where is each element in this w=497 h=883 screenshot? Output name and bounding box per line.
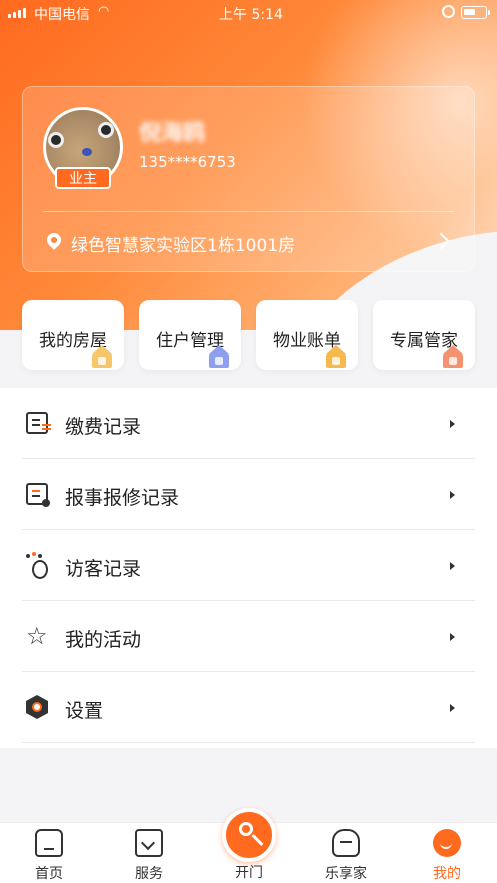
- caret-right-icon: [450, 704, 455, 712]
- caret-right-icon: [450, 420, 455, 428]
- resident-icon: [209, 345, 229, 368]
- user-name: 倪海鸥: [139, 121, 206, 146]
- quick-card-my-house[interactable]: 我的房屋: [22, 300, 124, 370]
- owner-badge: 业主: [55, 167, 111, 189]
- tab-label: 首页: [35, 866, 63, 882]
- quick-card-resident-management[interactable]: 住户管理: [139, 300, 241, 370]
- tab-service[interactable]: 服务: [114, 823, 184, 883]
- activity-star-icon: ☆: [26, 622, 48, 650]
- user-phone: 135****6753: [139, 153, 236, 171]
- bill-icon: [326, 345, 346, 368]
- tab-label: 乐享家: [325, 866, 367, 882]
- status-bar: 中国电信 ◠ 上午 5:14: [0, 0, 497, 26]
- caret-right-icon: [450, 491, 455, 499]
- menu-item-label: 访客记录: [65, 558, 142, 580]
- menu-item-label: 设置: [65, 700, 104, 722]
- tab-share-home[interactable]: 乐享家: [311, 823, 381, 883]
- open-door-label: 开门: [235, 865, 263, 881]
- signal-icon: [8, 8, 26, 18]
- tab-label: 服务: [135, 866, 163, 882]
- battery-icon: [461, 6, 490, 19]
- tab-mine[interactable]: 我的: [412, 823, 482, 883]
- tab-home[interactable]: 首页: [14, 823, 84, 883]
- caret-right-icon: [450, 562, 455, 570]
- butler-icon: [443, 345, 463, 368]
- menu-item-my-activities[interactable]: ☆ 我的活动: [22, 601, 475, 672]
- chevron-right-icon[interactable]: [432, 232, 450, 250]
- menu-item-payment-records[interactable]: 缴费记录: [22, 388, 475, 459]
- caret-right-icon: [450, 633, 455, 641]
- home-icon: [35, 829, 63, 857]
- status-time: 上午 5:14: [219, 7, 283, 23]
- service-icon: [135, 829, 163, 857]
- profile-card[interactable]: 业主 倪海鸥 135****6753 绿色智慧家实验区1栋1001房: [22, 86, 475, 272]
- visitor-icon: [26, 554, 48, 579]
- card-divider: [43, 211, 454, 212]
- repair-record-icon: [26, 483, 50, 507]
- wifi-icon: ◠: [98, 4, 110, 19]
- quick-card-property-bill[interactable]: 物业账单: [256, 300, 358, 370]
- menu-item-settings[interactable]: 设置: [22, 672, 475, 743]
- location-pin-icon: [44, 230, 64, 250]
- menu-item-label: 我的活动: [65, 629, 142, 651]
- house-address[interactable]: 绿色智慧家实验区1栋1001房: [71, 231, 295, 256]
- key-icon: [239, 822, 253, 836]
- carrier-name: 中国电信: [34, 7, 90, 23]
- menu-item-visitor-records[interactable]: 访客记录: [22, 530, 475, 601]
- payment-record-icon: [26, 412, 51, 434]
- tab-label: 我的: [433, 866, 461, 882]
- menu-item-label: 报事报修记录: [65, 487, 180, 509]
- quick-card-butler[interactable]: 专属管家: [373, 300, 475, 370]
- mine-icon: [433, 829, 461, 857]
- open-door-button[interactable]: [222, 808, 276, 862]
- menu-item-label: 缴费记录: [65, 416, 142, 438]
- share-home-icon: [332, 829, 360, 857]
- house-icon: [92, 345, 112, 368]
- menu-list: 缴费记录 报事报修记录 访客记录 ☆ 我的活动 设置: [0, 388, 497, 748]
- settings-icon: [26, 695, 48, 719]
- menu-item-repair-records[interactable]: 报事报修记录: [22, 459, 475, 530]
- rotation-lock-icon: [442, 5, 455, 18]
